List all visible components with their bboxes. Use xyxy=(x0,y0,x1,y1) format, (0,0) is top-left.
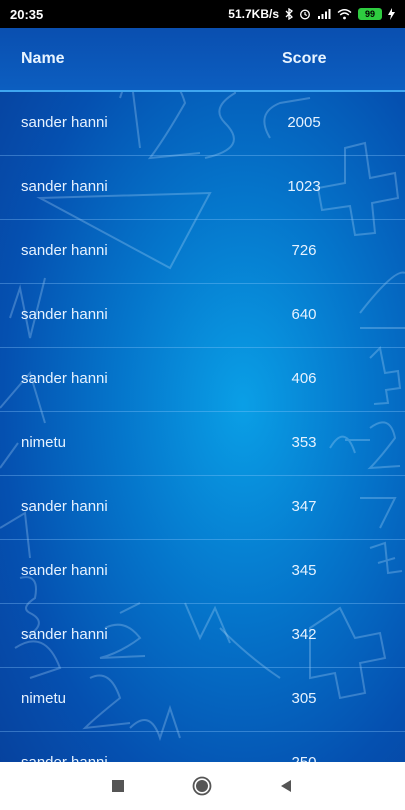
score-list[interactable]: sander hanni 2005 sander hanni 1023 sand… xyxy=(0,92,405,762)
table-row[interactable]: nimetu 353 xyxy=(0,412,405,476)
player-score: 342 xyxy=(291,626,317,643)
battery-icon: 99 xyxy=(358,8,382,20)
player-score: 726 xyxy=(291,242,317,259)
leaderboard-screen: 20:35 51.7KB/s 99 Name Score sander hann… xyxy=(0,0,405,810)
player-score: 406 xyxy=(291,370,317,387)
player-name: sander hanni xyxy=(21,242,108,259)
player-name: nimetu xyxy=(21,434,67,451)
alarm-icon xyxy=(300,9,310,20)
back-icon xyxy=(281,780,291,792)
status-icons: 51.7KB/s 99 xyxy=(228,7,395,21)
table-row[interactable]: sander hanni 342 xyxy=(0,604,405,668)
table-row[interactable]: sander hanni 250 xyxy=(0,732,405,762)
back-button[interactable] xyxy=(266,766,306,806)
name-column-header: Name xyxy=(21,50,65,67)
player-name: sander hanni xyxy=(21,754,108,762)
score-column-header: Score xyxy=(282,50,327,67)
table-row[interactable]: sander hanni 347 xyxy=(0,476,405,540)
table-row[interactable]: sander hanni 345 xyxy=(0,540,405,604)
table-row[interactable]: sander hanni 640 xyxy=(0,284,405,348)
charging-icon xyxy=(388,8,395,20)
player-name: sander hanni xyxy=(21,370,108,387)
player-score: 250 xyxy=(270,754,338,762)
player-name: sander hanni xyxy=(21,626,108,643)
player-name: sander hanni xyxy=(21,114,108,131)
navigation-bar xyxy=(0,762,405,810)
player-score: 353 xyxy=(291,434,317,451)
player-score: 305 xyxy=(291,690,317,707)
table-row[interactable]: sander hanni 2005 xyxy=(0,92,405,156)
table-row[interactable]: sander hanni 726 xyxy=(0,220,405,284)
player-name: nimetu xyxy=(21,690,67,707)
table-header: Name Score xyxy=(0,28,405,92)
wifi-icon xyxy=(337,9,352,20)
player-score: 345 xyxy=(291,562,317,579)
status-time: 20:35 xyxy=(10,6,44,22)
player-name: sander hanni xyxy=(21,498,108,515)
player-score: 347 xyxy=(291,498,317,515)
bluetooth-icon xyxy=(285,8,293,20)
signal-icon xyxy=(318,9,331,19)
recent-apps-button[interactable] xyxy=(98,766,138,806)
player-name: sander hanni xyxy=(21,562,108,579)
table-row[interactable]: nimetu 305 xyxy=(0,668,405,732)
player-score: 1023 xyxy=(287,178,321,195)
status-bar: 20:35 51.7KB/s 99 xyxy=(0,0,405,28)
player-name: sander hanni xyxy=(21,306,108,323)
table-row[interactable]: sander hanni 1023 xyxy=(0,156,405,220)
player-score: 640 xyxy=(291,306,317,323)
recent-apps-icon xyxy=(112,780,124,792)
player-name: sander hanni xyxy=(21,178,108,195)
table-row[interactable]: sander hanni 406 xyxy=(0,348,405,412)
network-speed: 51.7KB/s xyxy=(228,7,279,21)
home-button[interactable] xyxy=(182,766,222,806)
player-score: 2005 xyxy=(287,114,321,131)
home-icon xyxy=(192,776,212,796)
